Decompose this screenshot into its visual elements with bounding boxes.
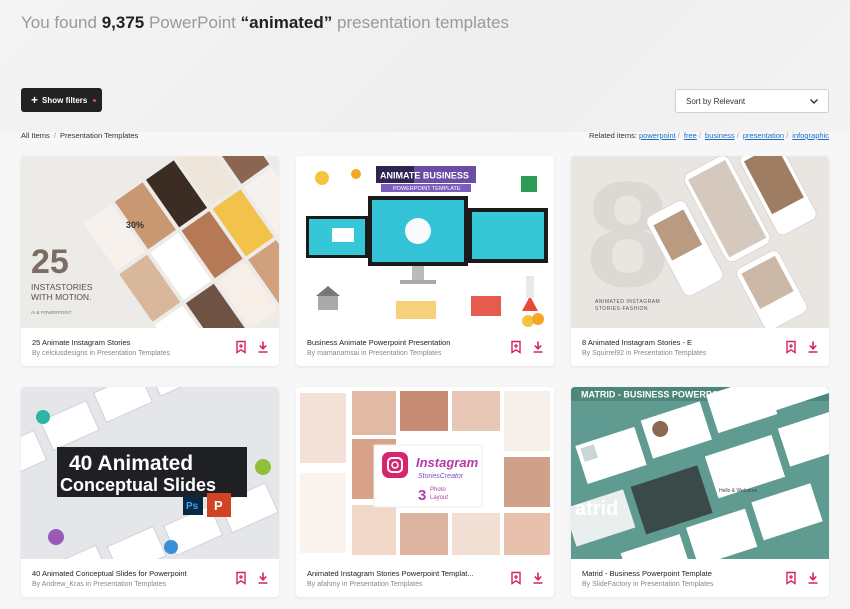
sort-select-value: Sort by Relevant <box>686 96 746 106</box>
download-icon[interactable] <box>531 571 545 585</box>
svg-text:Ps: Ps <box>186 501 199 512</box>
card-title[interactable]: 8 Animated Instagram Stories - E <box>582 338 782 347</box>
svg-text:AI & POWERPOINT: AI & POWERPOINT <box>31 310 72 315</box>
svg-text:3: 3 <box>418 487 426 504</box>
card-author[interactable]: Squirrel92 <box>592 350 624 357</box>
card-thumbnail[interactable]: ANIMATE BUSINESS POWERPOINT TEMPLATE <box>296 156 554 328</box>
bookmark-add-icon[interactable] <box>784 571 798 585</box>
bookmark-add-icon[interactable] <box>234 571 248 585</box>
plus-icon: + <box>31 93 39 107</box>
svg-text:25: 25 <box>31 243 69 281</box>
card-meta: By mamanamsai in Presentation Templates <box>307 350 442 357</box>
card-meta: By Andrew_Kras in Presentation Templates <box>32 581 167 588</box>
card-meta: By afahmy in Presentation Templates <box>307 581 423 588</box>
download-icon[interactable] <box>256 571 270 585</box>
search-query: “animated” <box>240 13 333 32</box>
svg-text:30%: 30% <box>126 220 144 230</box>
card-author[interactable]: afahmy <box>317 581 340 588</box>
product-card[interactable]: 8 ANIMATED INSTAGRAM STORIES-FASHION 8 A… <box>571 156 829 366</box>
chevron-down-icon <box>810 99 818 104</box>
related-link-business[interactable]: business <box>705 131 735 140</box>
svg-text:Instagram: Instagram <box>416 455 479 470</box>
show-filters-button[interactable]: + Show filters <box>21 88 102 112</box>
card-title[interactable]: 40 Animated Conceptual Slides for Powerp… <box>32 569 232 578</box>
card-meta: By celciusdesigns in Presentation Templa… <box>32 350 171 357</box>
card-author[interactable]: celciusdesigns <box>42 350 88 357</box>
product-card[interactable]: ANIMATE BUSINESS POWERPOINT TEMPLATE Bus… <box>296 156 554 366</box>
product-card[interactable]: MATRID - BUSINESS POWERPOINT TEMPLATE at… <box>571 387 829 597</box>
svg-text:40 Animated: 40 Animated <box>69 452 193 475</box>
card-thumbnail[interactable]: 30% 25 INSTASTORIES WITH MOTION. AI & PO… <box>21 156 279 328</box>
card-author[interactable]: SlideFactory <box>592 581 631 588</box>
card-author[interactable]: Andrew_Kras <box>42 581 84 588</box>
card-title[interactable]: Matrid - Business Powerpoint Template <box>582 569 782 578</box>
related-link-powerpoint[interactable]: powerpoint <box>639 131 676 140</box>
bookmark-add-icon[interactable] <box>784 340 798 354</box>
bookmark-add-icon[interactable] <box>509 571 523 585</box>
download-icon[interactable] <box>531 340 545 354</box>
card-thumbnail[interactable]: 40 Animated Conceptual Slides Ps P <box>21 387 279 559</box>
card-meta: By SlideFactory in Presentation Template… <box>582 581 714 588</box>
related-link-presentation[interactable]: presentation <box>743 131 784 140</box>
svg-text:POWERPOINT TEMPLATE: POWERPOINT TEMPLATE <box>393 186 461 192</box>
svg-text:INSTASTORIES: INSTASTORIES <box>31 282 93 292</box>
svg-text:Conceptual Slides: Conceptual Slides <box>60 475 216 495</box>
results-heading: You found 9,375 PowerPoint “animated” pr… <box>21 13 510 32</box>
results-count: 9,375 <box>101 13 145 32</box>
related-items-label: Related items: <box>588 131 637 140</box>
product-card[interactable]: 40 Animated Conceptual Slides Ps P 40 An… <box>21 387 279 597</box>
product-card[interactable]: Instagram StoriesCreator 3 Photo Layout … <box>296 387 554 597</box>
svg-text:Photo: Photo <box>430 487 446 493</box>
sort-select[interactable]: Sort by Relevant <box>675 89 829 113</box>
card-title[interactable]: Business Animate Powerpoint Presentation <box>307 338 507 347</box>
download-icon[interactable] <box>256 340 270 354</box>
product-card[interactable]: 30% 25 INSTASTORIES WITH MOTION. AI & PO… <box>21 156 279 366</box>
related-link-infographic[interactable]: infographic <box>792 131 829 140</box>
bookmark-add-icon[interactable] <box>509 340 523 354</box>
svg-text:Layout: Layout <box>430 495 448 501</box>
filter-indicator-dot <box>93 98 97 102</box>
svg-text:P: P <box>214 498 223 513</box>
card-title[interactable]: Animated Instagram Stories Powerpoint Te… <box>307 569 507 578</box>
download-icon[interactable] <box>806 571 820 585</box>
svg-text:Hello & Welcome: Hello & Welcome <box>719 488 757 494</box>
breadcrumb-current[interactable]: Presentation Templates <box>60 131 138 140</box>
svg-text:StoriesCreator: StoriesCreator <box>418 473 464 480</box>
card-title[interactable]: 25 Animate Instagram Stories <box>32 338 232 347</box>
svg-text:ANIMATED INSTAGRAM: ANIMATED INSTAGRAM <box>595 299 660 305</box>
svg-text:WITH MOTION.: WITH MOTION. <box>31 292 91 302</box>
card-thumbnail[interactable]: MATRID - BUSINESS POWERPOINT TEMPLATE at… <box>571 387 829 559</box>
breadcrumb: All Items / Presentation Templates <box>21 131 139 140</box>
svg-text:ANIMATE BUSINESS: ANIMATE BUSINESS <box>380 171 469 181</box>
card-thumbnail[interactable]: Instagram StoriesCreator 3 Photo Layout <box>296 387 554 559</box>
card-author[interactable]: mamanamsai <box>317 350 359 357</box>
show-filters-label: Show filters <box>42 95 88 105</box>
related-items: Related items: powerpoint / free / busines… <box>588 131 829 140</box>
download-icon[interactable] <box>806 340 820 354</box>
svg-text:STORIES-FASHION: STORIES-FASHION <box>595 306 648 312</box>
related-link-free[interactable]: free <box>684 131 697 140</box>
card-meta: By Squirrel92 in Presentation Templates <box>582 350 707 357</box>
svg-text:atrid: atrid <box>575 498 618 520</box>
bookmark-add-icon[interactable] <box>234 340 248 354</box>
breadcrumb-all-items[interactable]: All Items <box>21 131 50 140</box>
card-thumbnail[interactable]: 8 ANIMATED INSTAGRAM STORIES-FASHION <box>571 156 829 328</box>
